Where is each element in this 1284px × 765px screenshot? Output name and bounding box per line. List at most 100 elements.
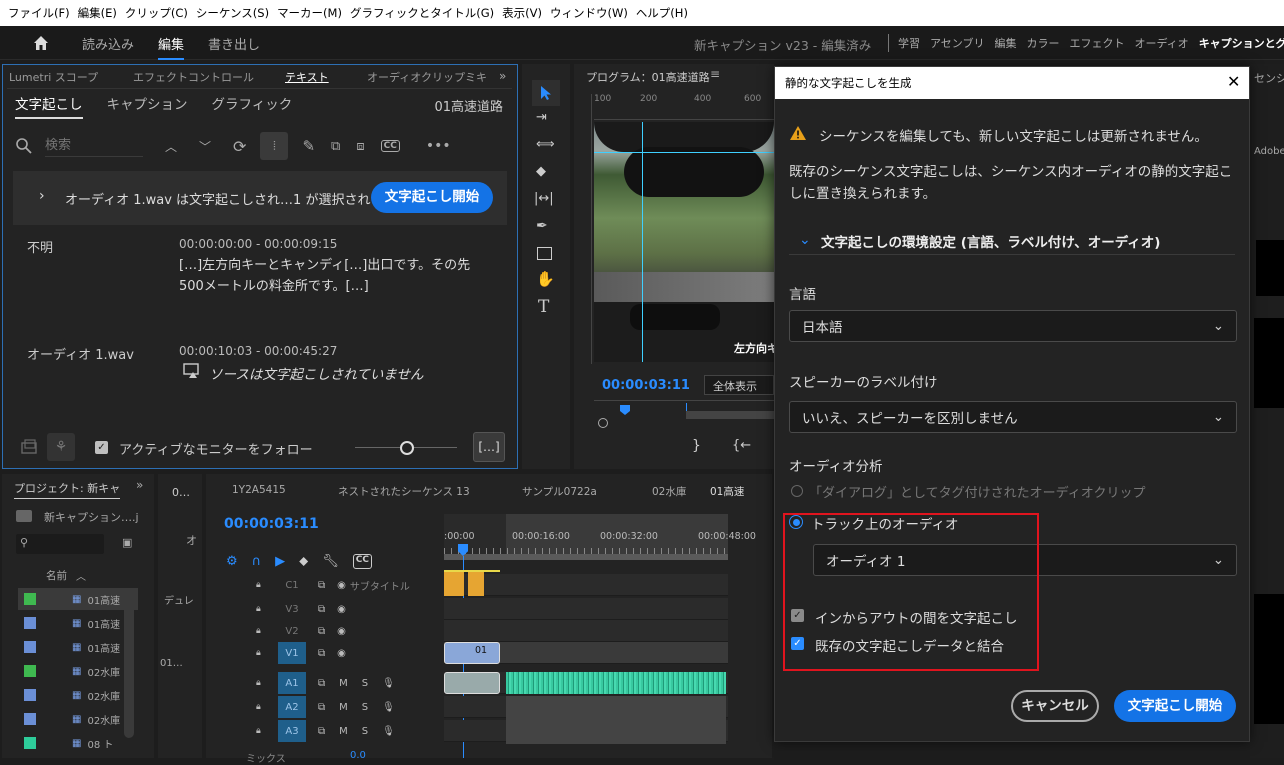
sync-lock-icon[interactable]: ⧉ (318, 580, 325, 591)
rectangle-tool-icon[interactable] (537, 247, 552, 260)
home-icon[interactable] (32, 34, 50, 52)
pencil-icon[interactable]: ✎ (302, 137, 315, 155)
eye-icon[interactable]: ◉ (337, 604, 346, 615)
sync-lock-icon[interactable]: ⧉ (318, 702, 325, 713)
mic-icon[interactable]: 🎙︎ (382, 678, 395, 689)
caption-clip[interactable] (468, 572, 484, 596)
track-lane[interactable] (444, 574, 728, 596)
track-name[interactable]: V1 (278, 642, 306, 664)
fit-select[interactable]: 全体表示 (704, 375, 774, 395)
solo-button[interactable]: S (362, 702, 368, 713)
track-name[interactable]: V2 (278, 620, 306, 642)
track-name[interactable]: A3 (278, 720, 306, 742)
track-name[interactable]: A1 (278, 672, 306, 694)
lock-icon[interactable]: 🔒︎ (256, 702, 270, 712)
menu-item[interactable]: 編集(E) (74, 5, 121, 21)
lock-icon[interactable]: 🔒︎ (256, 604, 270, 614)
sequence-tab[interactable]: 01高速 (700, 484, 770, 504)
mic-icon[interactable]: 🎙︎ (382, 726, 395, 737)
razor-tool-icon[interactable]: ◆ (536, 164, 546, 179)
sync-lock-icon[interactable]: ⧉ (318, 604, 325, 615)
lock-icon[interactable]: 🔒︎ (256, 678, 270, 688)
language-select[interactable]: 日本語 ⌄ (789, 310, 1237, 342)
sequence-tab[interactable]: 02水庫 (626, 484, 700, 504)
menu-item[interactable]: グラフィックとタイトル(G) (346, 5, 498, 21)
label-color-swatch[interactable] (24, 641, 36, 653)
mute-button[interactable]: M (339, 678, 348, 689)
refresh-icon[interactable]: ⟳ (233, 137, 246, 156)
ripple-edit-tool-icon[interactable]: ⟺ (536, 137, 555, 152)
chevron-up-icon[interactable]: ︿ (165, 138, 177, 155)
more-options-button[interactable]: […] (473, 432, 505, 462)
timeline-icon[interactable]: ⚘ (47, 433, 75, 461)
workspace-right-tab[interactable]: アセンブリ (930, 35, 984, 51)
name-column-header[interactable]: 名前 (46, 568, 67, 583)
panel-tab[interactable]: エフェクトコントロール (131, 69, 283, 85)
go-to-in-icon[interactable]: {← (732, 438, 751, 453)
chevron-down-icon[interactable]: ﹀ (199, 138, 211, 155)
workspace-right-tab[interactable]: エフェクト (1069, 35, 1124, 51)
playhead-icon[interactable] (620, 405, 630, 415)
radio-dialog[interactable] (791, 485, 803, 497)
workspace-right-tab[interactable]: オーディオ (1134, 35, 1188, 51)
eye-icon[interactable]: ◉ (337, 580, 346, 591)
wrench-icon[interactable]: 🔧︎ (322, 554, 339, 569)
chevron-right-icon[interactable]: › (39, 188, 45, 204)
audio-clip-waveform[interactable] (506, 672, 726, 694)
label-color-swatch[interactable] (24, 593, 36, 605)
workspace-tab[interactable]: 書き出し (208, 34, 260, 53)
type-tool-icon[interactable]: T (538, 297, 549, 317)
menu-item[interactable]: クリップ(C) (121, 5, 192, 21)
program-scrubber[interactable] (594, 400, 774, 422)
menu-item[interactable]: ヘルプ(H) (632, 5, 692, 21)
marker-icon[interactable]: ⬥ (299, 554, 308, 569)
track-name[interactable]: V3 (278, 598, 306, 620)
project-item[interactable]: ▦ 02水庫 (18, 708, 138, 730)
track-select-tool-icon[interactable]: ⇥ (536, 110, 547, 125)
cancel-button[interactable]: キャンセル (1011, 690, 1099, 722)
track-name[interactable]: C1 (278, 574, 306, 596)
sync-lock-icon[interactable]: ⧉ (318, 626, 325, 637)
project-item[interactable]: ▦ 02水庫 (18, 660, 138, 682)
audio-clip[interactable] (444, 672, 500, 694)
mute-button[interactable]: M (339, 726, 348, 737)
workspace-right-tab-active[interactable]: キャプションとグラ (1199, 35, 1284, 51)
sync-lock-icon[interactable]: ⧉ (318, 726, 325, 737)
project-item[interactable]: ▦ 08 ト (18, 732, 138, 754)
panel-overflow-icon[interactable]: » (499, 69, 506, 83)
lock-icon[interactable]: 🔒︎ (256, 580, 270, 590)
project-item[interactable]: ▦ 02水庫 (18, 684, 138, 706)
lock-icon[interactable]: 🔒︎ (256, 726, 270, 736)
zoom-handle[interactable] (598, 418, 608, 428)
speaker-select[interactable]: いいえ、スピーカーを区別しません ⌄ (789, 401, 1237, 433)
caption-clip[interactable] (444, 572, 464, 596)
track-lane[interactable] (444, 620, 728, 642)
eye-icon[interactable]: ◉ (337, 626, 346, 637)
eye-icon[interactable]: ◉ (337, 648, 346, 659)
project-item[interactable]: ▦ 01高速 (18, 636, 138, 658)
label-color-swatch[interactable] (24, 737, 36, 749)
project-scrollbar[interactable] (124, 588, 134, 738)
selection-tool-icon[interactable] (532, 80, 560, 106)
solo-button[interactable]: S (362, 678, 368, 689)
font-size-slider-handle[interactable] (400, 441, 414, 455)
start-transcribe-button[interactable]: 文字起こし開始 (371, 182, 493, 213)
sync-lock-icon[interactable]: ⧉ (318, 678, 325, 689)
split-icon[interactable]: ⦙ (260, 132, 289, 160)
nest-icon[interactable]: ⚙ (226, 554, 238, 569)
more-icon[interactable]: ••• (426, 138, 451, 154)
sequence-tab[interactable]: 1Y2A5415 (206, 484, 312, 504)
project-item[interactable]: ▦ 01高速 (18, 612, 138, 634)
panel-menu-icon[interactable]: ≡ (710, 67, 720, 81)
solo-button[interactable]: S (362, 726, 368, 737)
workspace-right-tab[interactable]: 編集 (994, 35, 1016, 51)
snap-icon[interactable]: ∩ (252, 554, 262, 569)
menu-item[interactable]: ウィンドウ(W) (546, 5, 632, 21)
mute-button[interactable]: M (339, 702, 348, 713)
label-color-swatch[interactable] (24, 689, 36, 701)
panel-tab[interactable]: オーディオクリップミキ (365, 69, 505, 85)
panel-overflow-icon[interactable]: » (136, 478, 143, 492)
sync-lock-icon[interactable]: ⧉ (318, 648, 325, 659)
slip-tool-icon[interactable]: |↔| (534, 191, 554, 206)
segment-text[interactable]: […]左方向キーとキャンディ[…]出口です。その先500メートルの料金所です。[… (179, 255, 491, 297)
